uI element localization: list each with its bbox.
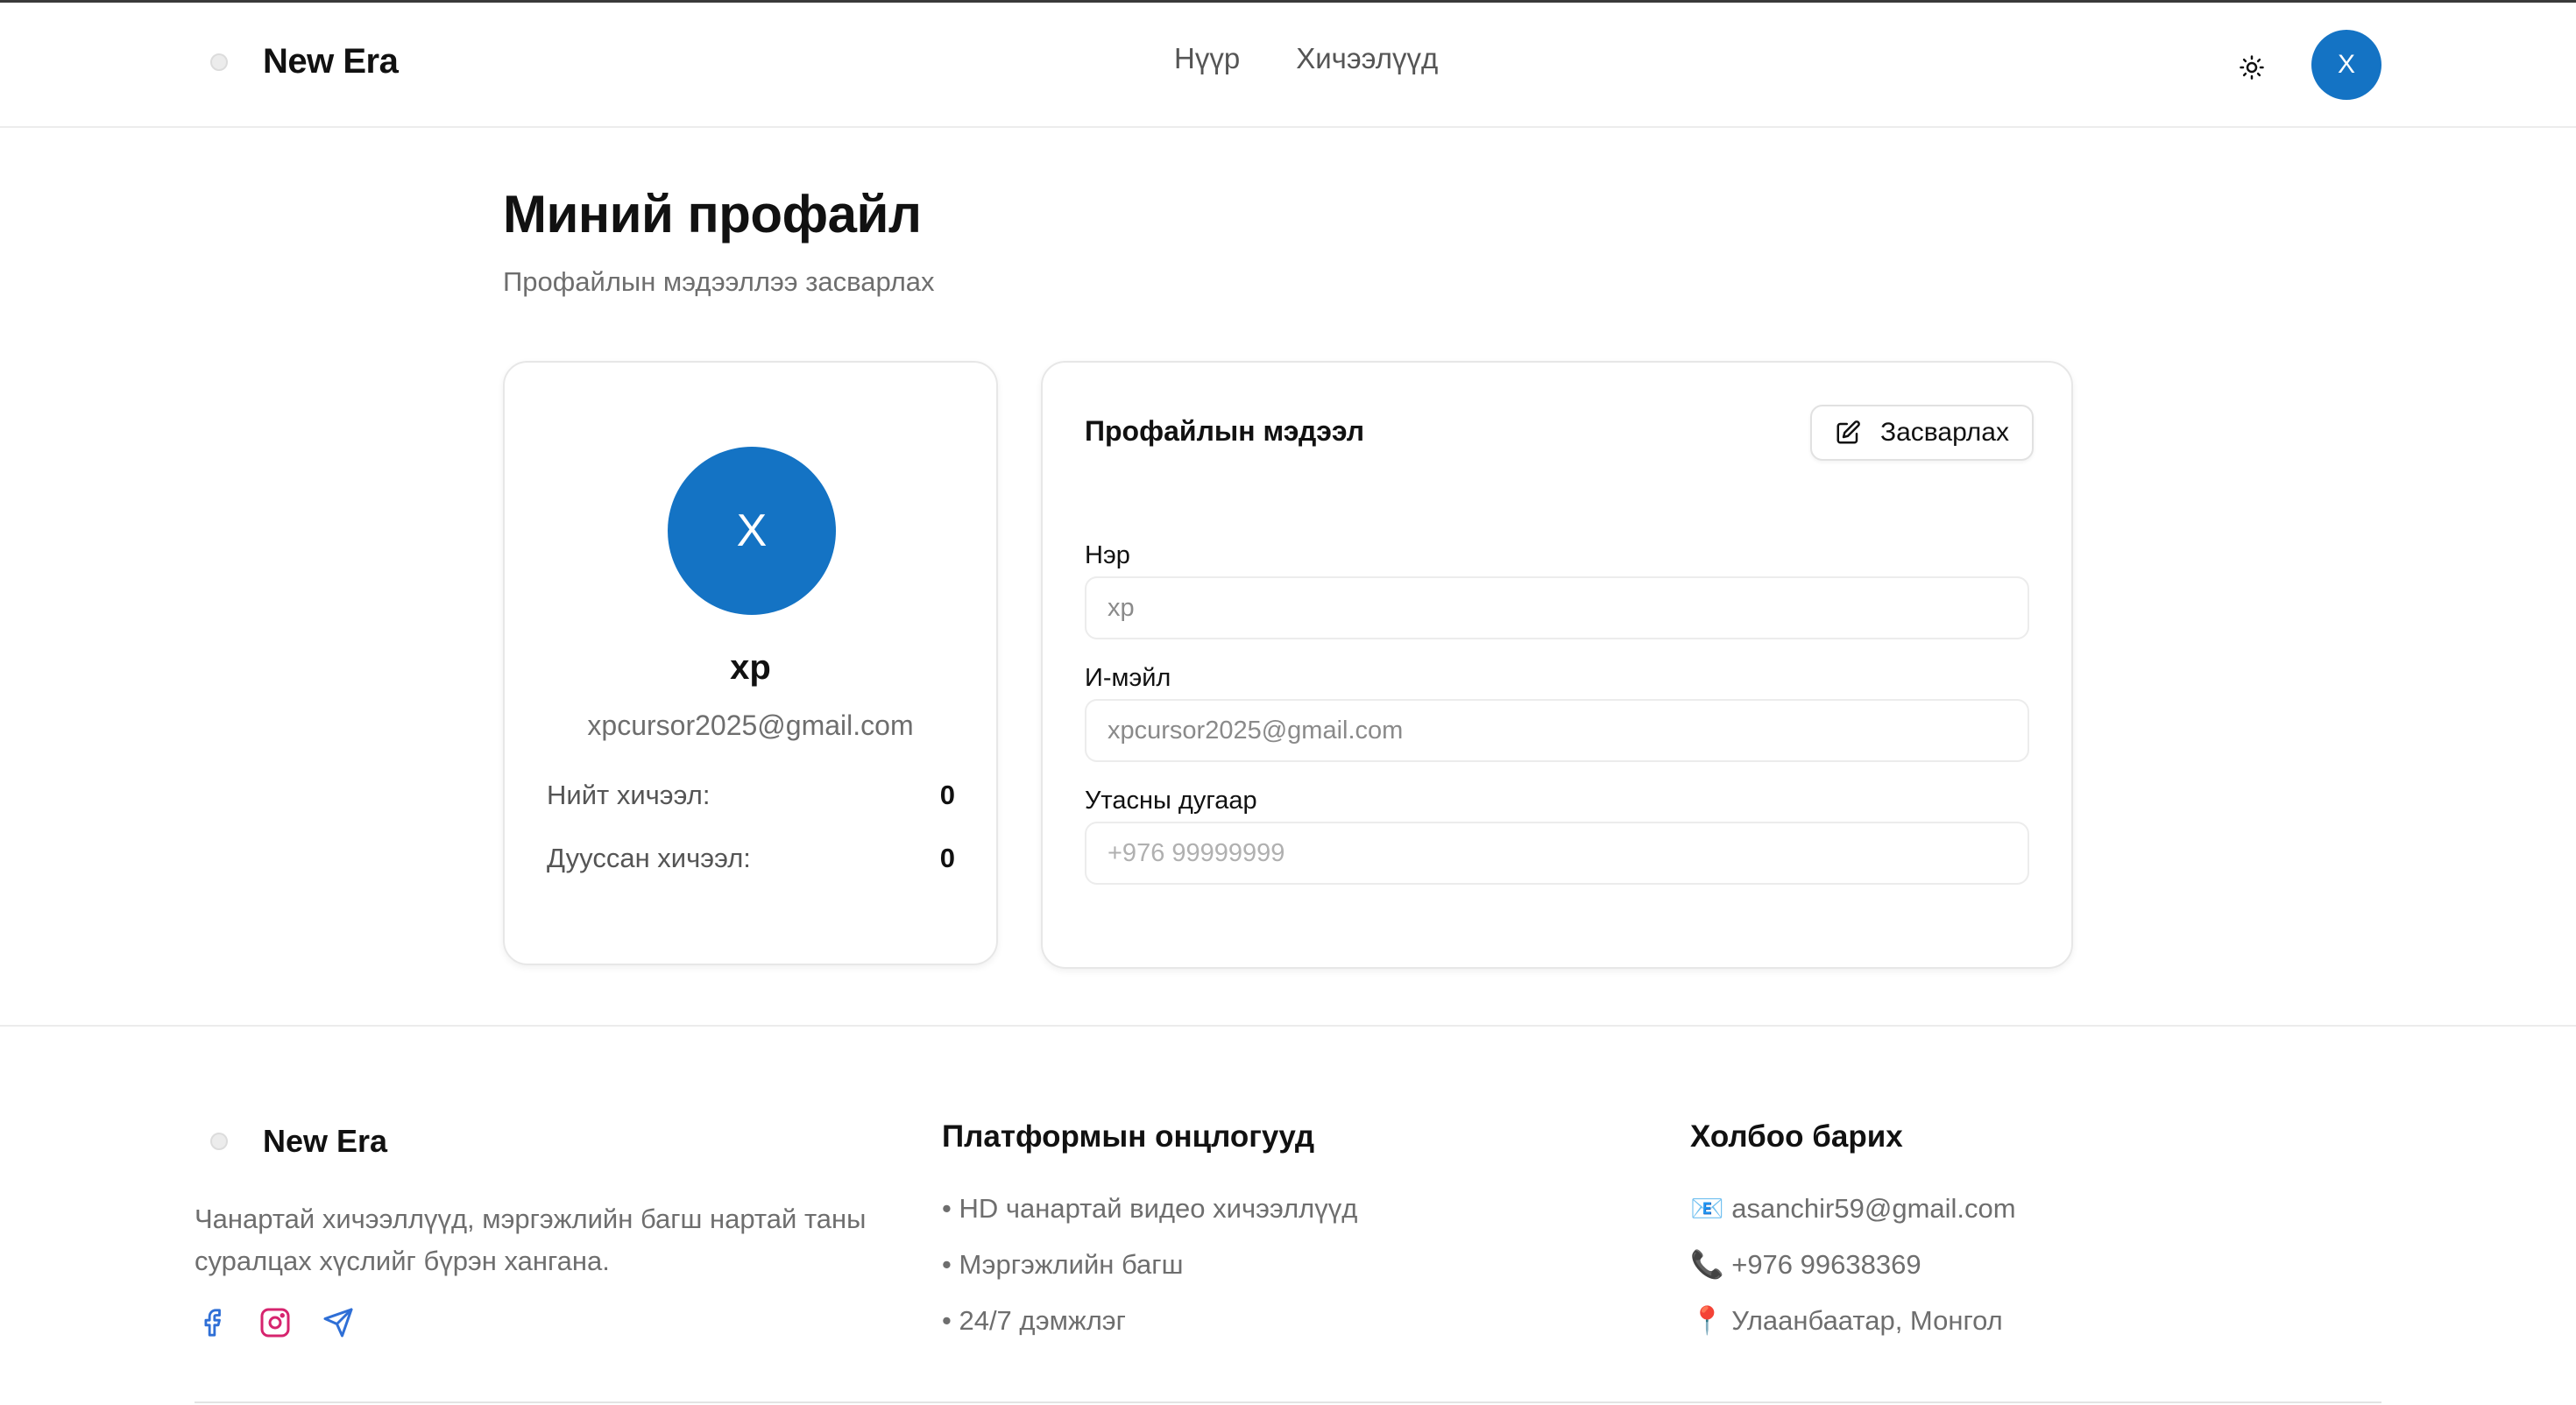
site-header: New Era Нүүр Хичээлүүд X <box>0 3 2576 128</box>
contact-email[interactable]: 📧 asanchir59@gmail.com <box>1690 1181 2016 1237</box>
user-avatar-button[interactable]: X <box>2311 30 2381 100</box>
stat-value: 0 <box>939 780 955 810</box>
page-subtitle: Профайлын мэдээллээ засварлах <box>503 266 935 297</box>
edit-icon <box>1836 420 1860 444</box>
feature-item: • HD чанартай видео хичээллүүд <box>942 1193 1358 1224</box>
nav-home[interactable]: Нүүр <box>1174 42 1240 75</box>
footer-description: Чанартай хичээллүүд, мэргэжлийн багш нар… <box>195 1204 867 1276</box>
profile-email: xpcursor2025@gmail.com <box>587 710 914 741</box>
stat-label: Нийт хичээл: <box>547 780 711 810</box>
features-title: Платформын онцлогууд <box>942 1119 1315 1154</box>
phone-label: Утасны дугаар <box>1085 787 1257 815</box>
name-field[interactable]: xp <box>1085 576 2029 639</box>
profile-name: xp <box>730 648 771 687</box>
profile-summary-card: X xp xpcursor2025@gmail.com Нийт хичээл:… <box>503 361 998 965</box>
features-column: Платформын онцлогууд • HD чанартай видео… <box>942 1119 1357 1349</box>
contact-address: 📍 Улаанбаатар, Монгол <box>1690 1305 2003 1336</box>
page-title: Миний профайл <box>503 185 922 244</box>
footer-brand-name: New Era <box>263 1123 388 1159</box>
profile-avatar: X <box>668 447 836 615</box>
contact-column: Холбоо барих 📧 asanchir59@gmail.com 📞 +9… <box>1690 1119 2016 1349</box>
nav-courses[interactable]: Хичээлүүд <box>1296 42 1438 75</box>
social-links <box>195 1305 356 1340</box>
instagram-icon[interactable] <box>258 1305 293 1340</box>
logo-icon <box>210 1133 228 1150</box>
footer-brand: New Era <box>210 1123 387 1160</box>
brand-name: New Era <box>263 42 399 81</box>
edit-button-label: Засварлах <box>1880 418 2009 447</box>
logo-icon <box>210 53 228 71</box>
stat-completed-lessons: Дууссан хичээл: 0 <box>547 843 955 874</box>
email-label: И-мэйл <box>1085 664 1171 692</box>
stat-label: Дууссан хичээл: <box>547 843 751 873</box>
email-field[interactable]: xpcursor2025@gmail.com <box>1085 699 2029 762</box>
profile-info-card: Профайлын мэдээл Засварлах Нэр xp И-мэйл… <box>1041 361 2073 969</box>
contact-phone[interactable]: 📞 +976 99638369 <box>1690 1237 2016 1293</box>
sun-icon <box>2240 55 2264 80</box>
phone-field[interactable]: +976 99999999 <box>1085 822 2029 885</box>
feature-item: • Мэргэжлийн багш <box>942 1249 1184 1280</box>
footer-divider <box>195 1401 2381 1403</box>
edit-profile-button[interactable]: Засварлах <box>1810 405 2034 461</box>
stat-total-lessons: Нийт хичээл: 0 <box>547 780 955 811</box>
main-nav: Нүүр Хичээлүүд <box>1174 42 1438 75</box>
card-title: Профайлын мэдээл <box>1085 415 1365 447</box>
theme-toggle-button[interactable] <box>2233 48 2271 87</box>
facebook-icon[interactable] <box>195 1305 230 1340</box>
feature-item: • 24/7 дэмжлэг <box>942 1305 1126 1336</box>
name-label: Нэр <box>1085 541 1130 569</box>
brand-logo[interactable]: New Era <box>210 42 399 81</box>
stat-value: 0 <box>939 843 955 873</box>
telegram-icon[interactable] <box>321 1305 356 1340</box>
site-footer: New Era Чанартай хичээллүүд, мэргэжлийн … <box>0 1025 2576 1405</box>
contact-title: Холбоо барих <box>1690 1119 1903 1154</box>
